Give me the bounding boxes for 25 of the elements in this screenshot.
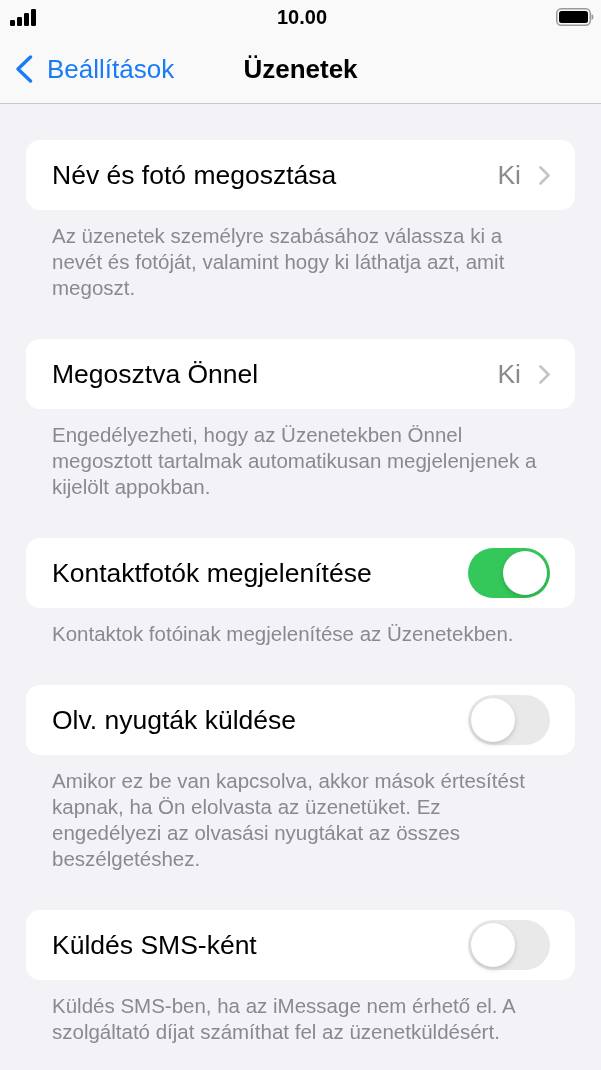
section-footer-text: Küldés SMS-ben, ha az iMessage nem érhető el. A szolgáltató díjat számíthat fel az üzenetküldésért.: [51, 993, 517, 1045]
chevron-right-icon: [539, 165, 550, 185]
toggle-switch[interactable]: [468, 548, 550, 598]
row-label: Megosztva Önnel: [52, 358, 260, 390]
row-value: Ki: [497, 358, 521, 390]
back-button[interactable]: Beállítások: [0, 52, 175, 85]
battery-icon: [556, 8, 594, 26]
section-footer-text: Az üzenetek személyre szabásához válassza ki a nevét és fotóját, valamint hogy ki láthatja azt, amit megoszt.: [51, 223, 506, 301]
toggle-switch[interactable]: [468, 695, 550, 745]
row-label: Kontaktfotók megjelenítése: [52, 557, 373, 589]
row-value: Ki: [497, 159, 521, 191]
settings-row[interactable]: Megosztva Önnel Ki: [26, 339, 575, 409]
chevron-left-icon: [15, 54, 33, 83]
toggle-switch[interactable]: [468, 920, 550, 970]
section-footer-text: Amikor ez be van kapcsolva, akkor mások értesítést kapnak, ha Ön elolvasta az üzenetüket. Ez engedélyezi az olvasási nyugtákat az összes beszélgetéshez.: [51, 768, 526, 872]
section-footer-text: Engedélyezheti, hogy az Üzenetekben Önnel megosztott tartalmak automatikusan megjelenjenek a kijelölt appokban.: [51, 422, 538, 500]
row-label: Név és fotó megosztása: [52, 159, 338, 191]
chevron-right-icon: [539, 364, 550, 384]
row-label: Olv. nyugták küldése: [52, 704, 298, 736]
row-label: Küldés SMS-ként: [52, 929, 258, 961]
section-footer-text: Kontaktok fotóinak megjelenítése az Üzenetekben.: [51, 621, 515, 647]
settings-row[interactable]: Név és fotó megosztása Ki: [26, 140, 575, 210]
signal-bars-icon: [10, 8, 37, 26]
status-time: 10.00: [276, 5, 328, 29]
nav-title: Üzenetek: [243, 52, 358, 85]
